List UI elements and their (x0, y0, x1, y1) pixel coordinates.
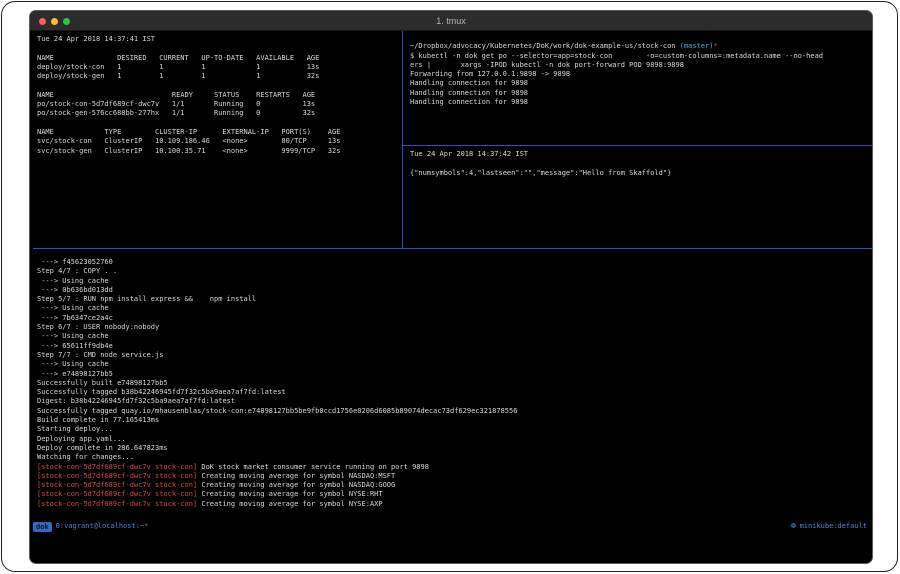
terminal-line: ~/Dropbox/advocacy/Kubernetes/DoK/work/d… (410, 42, 872, 51)
pane-service-output[interactable]: Tue 24 Apr 2018 14:37:42 IST {"numsymbols… (403, 146, 872, 248)
terminal-line: ---> f45623052760 (37, 258, 872, 267)
terminal-line: NAME DESIRED CURRENT UP-TO-DATE AVAILABL… (37, 54, 402, 63)
terminal-line: ---> Using cache (37, 360, 872, 369)
kubernetes-helm-icon: ☸ (790, 522, 796, 531)
terminal-line: deploy/stock-con 1 1 1 1 13s (37, 63, 402, 72)
terminal-window: 1. tmux Tue 24 Apr 2018 14:37:41 IST NAME… (29, 10, 873, 564)
terminal-line: ---> 0b636bd013dd (37, 286, 872, 295)
terminal-line: ---> Using cache (37, 332, 872, 341)
terminal-line (410, 159, 872, 168)
terminal-line: Build complete in 77.165413ms (37, 416, 872, 425)
terminal-line: [stock-con-5d7df689cf-dwc7v stock-con] C… (37, 490, 872, 499)
pane-skaffold-build-log[interactable]: ---> f45623052760Step 4/7 : COPY . . ---… (33, 249, 872, 520)
tmux-status-bar: dok 0:vagrant@localhost:~* ☸ minikube:de… (33, 521, 869, 533)
terminal-line: Successfully tagged quay.io/mhausenblas/… (37, 407, 872, 416)
tmux-terminal: Tue 24 Apr 2018 14:37:41 IST NAME DESIRED… (30, 31, 872, 564)
terminal-line: Handling connection for 9898 (410, 79, 872, 88)
terminal-line: Digest: b38b42246945fd7f32c5ba9aea7af7fd… (37, 397, 872, 406)
terminal-line: Watching for changes... (37, 453, 872, 462)
terminal-line: Tue 24 Apr 2018 14:37:42 IST (410, 150, 872, 159)
terminal-line: {"numsymbols":4,"lastseen":"","message":… (410, 169, 872, 178)
screenshot-frame: 1. tmux Tue 24 Apr 2018 14:37:41 IST NAME… (1, 1, 898, 572)
terminal-line: NAME READY STATUS RESTARTS AGE (37, 91, 402, 100)
pane-port-forward[interactable]: ~/Dropbox/advocacy/Kubernetes/DoK/work/d… (403, 31, 872, 145)
tmux-session-badge: dok (33, 522, 52, 532)
terminal-line: svc/stock-gen ClusterIP 10.100.35.71 <no… (37, 147, 402, 156)
terminal-line (37, 44, 402, 53)
terminal-line: ---> e74898127bb5 (37, 370, 872, 379)
kube-context-label: minikube:default (800, 522, 867, 531)
terminal-line (37, 81, 402, 90)
terminal-line: Handling connection for 9898 (410, 89, 872, 98)
terminal-line: Deploying app.yaml... (37, 435, 872, 444)
terminal-line: po/stock-con-5d7df689cf-dwc7v 1/1 Runnin… (37, 100, 402, 109)
terminal-line: ---> 65611ff9db4e (37, 342, 872, 351)
terminal-line: Step 5/7 : RUN npm install express && np… (37, 295, 872, 304)
terminal-line: Forwarding from 127.0.0.1:9898 -> 9898 (410, 70, 872, 79)
tmux-status-right: ☸ minikube:default (790, 522, 869, 531)
window-title: 1. tmux (30, 11, 872, 31)
terminal-line: Starting deploy... (37, 425, 872, 434)
terminal-line: ---> Using cache (37, 277, 872, 286)
terminal-line (410, 33, 872, 42)
terminal-line: Deploy complete in 286.647823ms (37, 444, 872, 453)
terminal-line: [stock-con-5d7df689cf-dwc7v stock-con] C… (37, 472, 872, 481)
terminal-line: Successfully built e74898127bb5 (37, 379, 872, 388)
terminal-line: Step 6/7 : USER nobody:nobody (37, 323, 872, 332)
terminal-line: po/stock-gen-576cc688bb-277hx 1/1 Runnin… (37, 109, 402, 118)
tmux-window-label[interactable]: 0:vagrant@localhost:~* (56, 522, 149, 531)
terminal-line: [stock-con-5d7df689cf-dwc7v stock-con] D… (37, 463, 872, 472)
terminal-line: [stock-con-5d7df689cf-dwc7v stock-con] C… (37, 481, 872, 490)
window-titlebar: 1. tmux (30, 11, 872, 31)
terminal-line: [stock-con-5d7df689cf-dwc7v stock-con] C… (37, 500, 872, 509)
terminal-line: svc/stock-con ClusterIP 10.109.186.46 <n… (37, 137, 402, 146)
terminal-line: Step 4/7 : COPY . . (37, 267, 872, 276)
terminal-line: ers | xargs -IPOD kubectl -n dok port-fo… (410, 61, 872, 70)
terminal-line: Handling connection for 9898 (410, 98, 872, 107)
terminal-line: $ kubectl -n dok get po --selector=app=s… (410, 52, 872, 61)
terminal-line (37, 119, 402, 128)
terminal-line: NAME TYPE CLUSTER-IP EXTERNAL-IP PORT(S)… (37, 128, 402, 137)
terminal-line: Successfully tagged b38b42246945fd7f32c5… (37, 388, 872, 397)
terminal-line: ---> 7b6347ce2a4c (37, 314, 872, 323)
pane-kubectl-resources[interactable]: Tue 24 Apr 2018 14:37:41 IST NAME DESIRED… (33, 31, 402, 248)
terminal-line: Tue 24 Apr 2018 14:37:41 IST (37, 35, 402, 44)
terminal-line: deploy/stock-gen 1 1 1 1 32s (37, 72, 402, 81)
terminal-line: Step 7/7 : CMD node service.js (37, 351, 872, 360)
terminal-line: ---> Using cache (37, 304, 872, 313)
